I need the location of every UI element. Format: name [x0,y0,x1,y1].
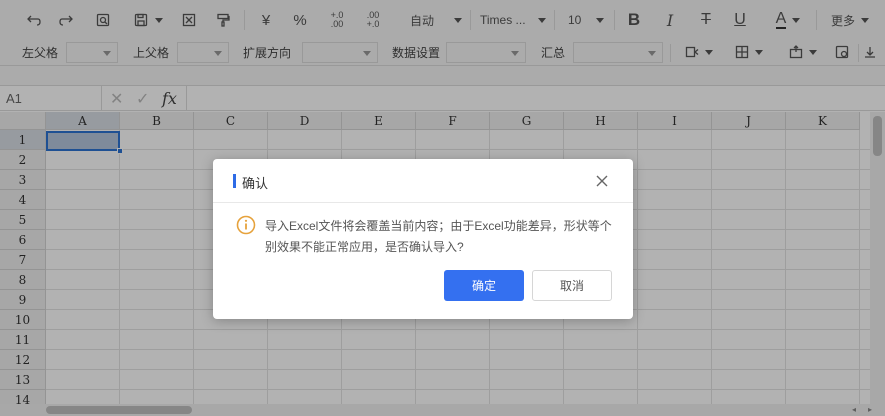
confirm-button[interactable]: 确定 [444,270,524,301]
dialog-title: 确认 [242,176,269,191]
dialog-header: 确认 [213,159,633,203]
title-accent-bar [233,174,236,188]
cancel-button[interactable]: 取消 [532,270,612,301]
confirm-dialog: 确认 导入Excel文件将会覆盖当前内容；由于Excel功能差异，形状等个别效果… [213,159,633,319]
dialog-message: 导入Excel文件将会覆盖当前内容；由于Excel功能差异，形状等个别效果不能正… [265,219,612,254]
warning-icon [236,215,256,235]
close-icon[interactable] [594,173,610,189]
